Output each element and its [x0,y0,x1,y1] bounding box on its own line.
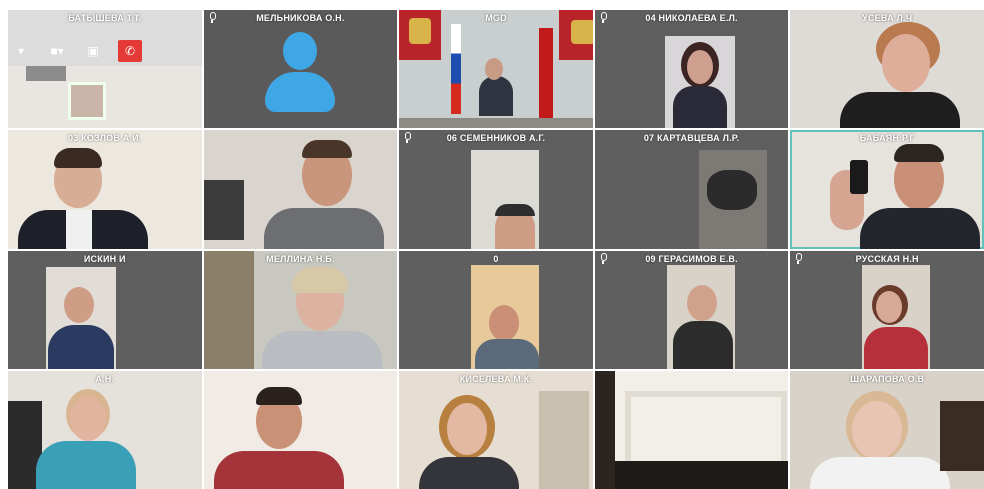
participant-name: ИСКИН И [83,253,126,264]
participant-tile-useva[interactable]: УСЕВА Л.Ч [790,10,984,129]
chevron-down-icon[interactable]: ▾ [10,42,32,60]
participant-tile-gerasimov[interactable]: 09 ГЕРАСИМОВ Е.В. [594,250,789,369]
video-feed [204,371,398,489]
video-feed [595,10,789,129]
participant-tile-kiseleva[interactable]: КИСЕЛЕВА М.К. [399,370,593,489]
mic-icon [794,252,803,264]
participant-name: 07 КАРТАВЦЕВА Л.Р. [643,133,740,144]
participant-tile-mgd[interactable]: MGD [399,10,593,129]
participant-name [595,371,789,387]
video-feed [595,251,789,369]
avatar-icon [265,32,336,112]
mic-icon [208,12,216,23]
participant-name: 03 КОЗЛОВ А.И. [68,133,142,144]
participant-tile-melnikova[interactable]: МЕЛЬНИКОВА О.Н. [203,10,398,129]
participant-tile-mellina[interactable]: МЕЛЛИНА Н.Б. [203,250,398,369]
participant-tile-iskin[interactable]: ИСКИН И [8,250,202,369]
participant-name: 04 НИКОЛАЕВА Е.Л. [645,13,738,23]
participant-tile-12[interactable]: 0 [399,250,593,369]
participant-tile-kozlov[interactable]: 03 КОЗЛОВ А.И. [8,130,202,249]
video-feed [790,130,984,249]
camera-icon[interactable]: ■▾ [46,42,68,60]
participant-tile-6[interactable] [203,130,398,249]
video-feed [399,371,593,489]
participant-tile-russkaya[interactable]: РУССКАЯ Н.Н [790,250,984,369]
participant-name: 0 [493,253,499,264]
video-feed [8,251,202,369]
participant-name: БАТЫШЕВА Т.Т. [68,13,142,23]
video-feed [790,371,984,489]
participant-name: МЕЛЛИНА Н.Б. [266,253,335,264]
video-feed [790,251,984,369]
video-feed [8,10,202,128]
participant-tile-nikolaeva[interactable]: 04 НИКОЛАЕВА Е.Л. [594,10,789,129]
participant-tile-kartavtseva[interactable]: 07 КАРТАВЦЕВА Л.Р. [594,130,789,249]
video-feed [8,130,202,249]
mic-icon [403,132,412,144]
participant-tile-batysheva[interactable]: БАТЫШЕВА Т.Т. ▾ ■▾ ▣ ✆ [8,10,202,129]
participant-name [204,130,398,146]
participant-name: 09 ГЕРАСИМОВ Е.В. [645,253,738,264]
participant-tile-babayan[interactable]: БАБАЯН Р.Г [790,130,984,249]
participant-name: 06 СЕМЕННИКОВ А.Г. [446,133,546,144]
video-feed [203,250,398,369]
participant-name: ШАРАПОВА О.В [850,373,925,384]
participant-tile-sharapova[interactable]: ШАРАПОВА О.В [790,370,984,489]
hang-up-icon[interactable]: ✆ [118,40,142,62]
video-feed [399,130,593,249]
participant-name: РУССКАЯ Н.Н [855,253,919,264]
participant-name: БАБАЯН Р.Г [859,133,915,144]
participant-name: MGD [485,13,507,23]
participant-name [204,371,398,387]
participant-tile-16[interactable] [203,370,398,489]
video-feed [594,370,789,489]
participant-tile-15[interactable]: А.Н. [8,370,202,489]
video-feed [203,130,398,249]
video-feed [8,371,202,489]
participant-name: УСЕВА Л.Ч [862,13,913,23]
video-feed [399,10,593,129]
mic-icon [599,12,607,23]
video-grid: БАТЫШЕВА Т.Т. ▾ ■▾ ▣ ✆ МЕЛЬНИКОВА О.Н. M… [8,10,984,489]
call-toolbar: ▾ ■▾ ▣ ✆ [8,38,142,64]
screen-share-icon[interactable]: ▣ [82,42,104,60]
participant-name: МЕЛЬНИКОВА О.Н. [256,13,345,23]
participant-name: А.Н. [95,373,115,384]
participant-name: КИСЕЛЕВА М.К. [459,373,533,384]
mic-icon [599,252,607,264]
video-feed [399,251,593,369]
participant-tile-semennikov[interactable]: 06 СЕМЕННИКОВ А.Г. [399,130,593,249]
video-feed [790,10,984,129]
video-feed [595,130,789,249]
participant-tile-18[interactable] [594,370,789,489]
